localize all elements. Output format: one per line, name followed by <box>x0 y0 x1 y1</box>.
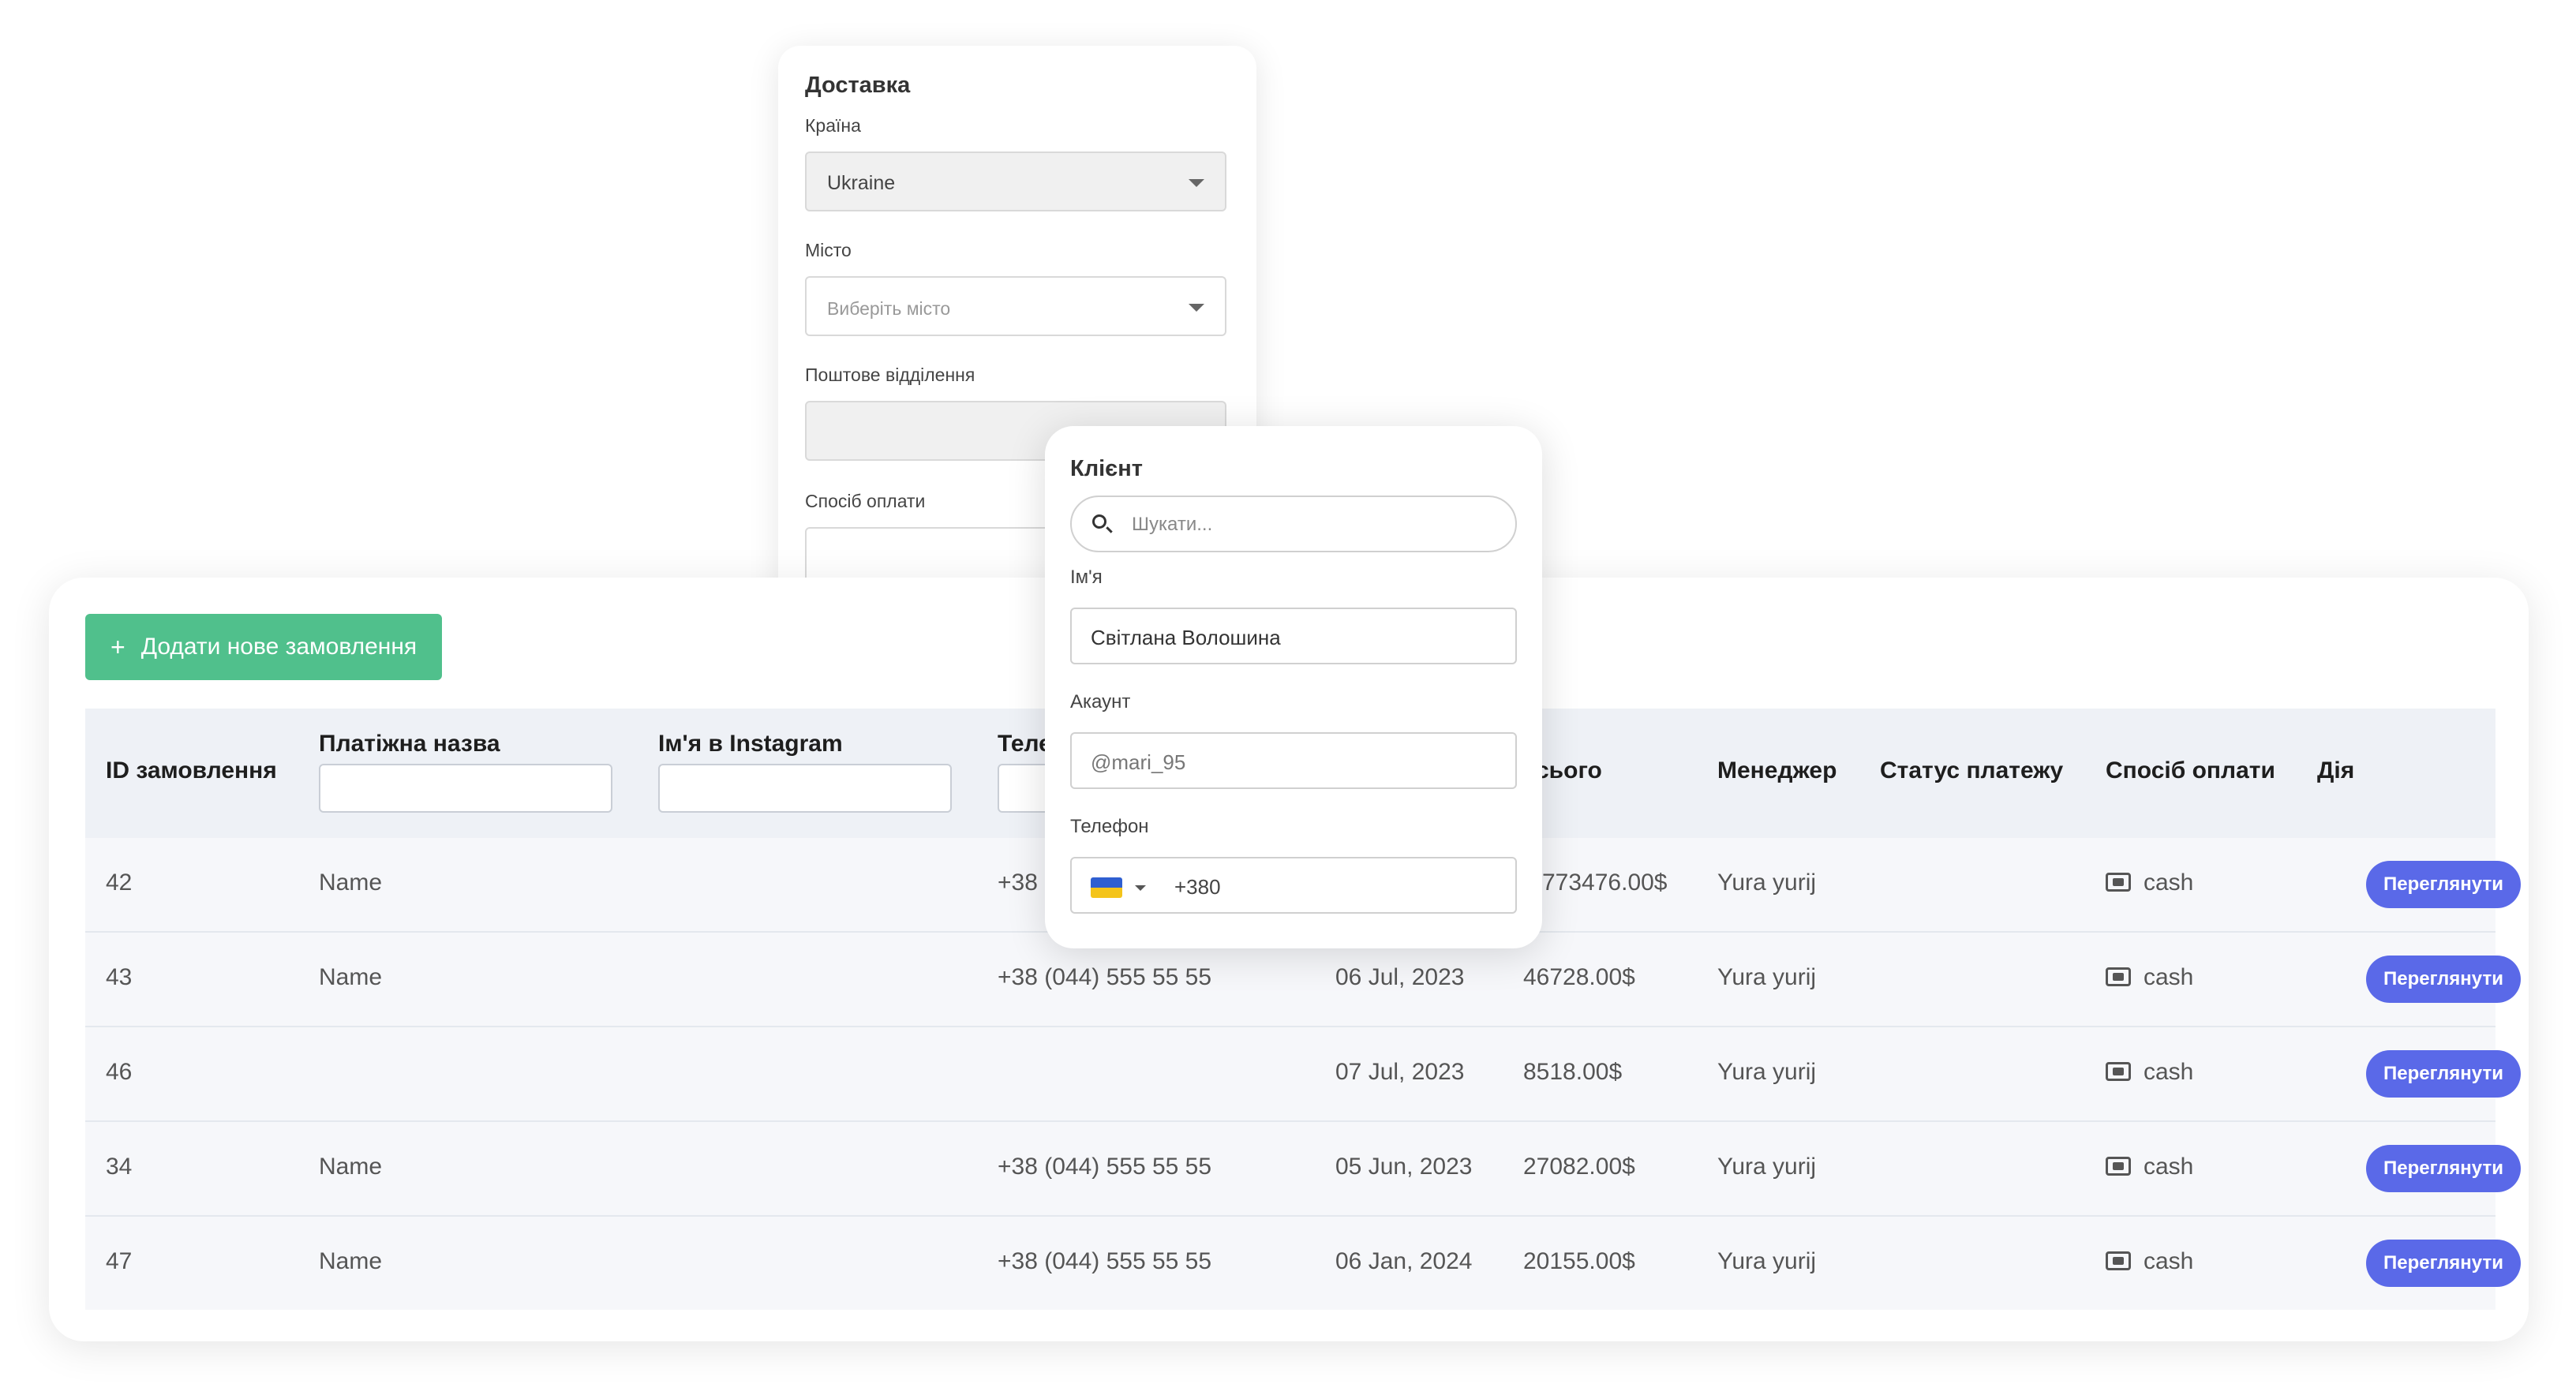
payment-method: cash <box>2106 964 2193 991</box>
table-row[interactable]: 34 Name +38 (044) 555 55 55 05 Jun, 2023… <box>85 1122 2521 1217</box>
account-value: @mari_95 <box>1091 750 1186 774</box>
col-total: сього <box>1536 757 1602 784</box>
payment-method: cash <box>2106 1059 2193 1086</box>
payer-name: Name <box>319 964 383 990</box>
cash-icon <box>2106 967 2131 986</box>
city-label: Місто <box>805 240 852 260</box>
post-office-label: Поштове відділення <box>805 365 975 385</box>
order-id: 42 <box>106 870 133 896</box>
delivery-title: Доставка <box>805 73 911 98</box>
col-phone: Теле <box>998 731 1052 757</box>
phone: +38 <box>998 870 1038 896</box>
account-label: Акаунт <box>1070 691 1131 712</box>
name-field[interactable]: Світлана Волошина <box>1070 608 1517 664</box>
add-order-label: Додати нове замовлення <box>140 634 417 660</box>
search-placeholder: Шукати... <box>1132 514 1213 535</box>
order-id: 43 <box>106 964 133 990</box>
view-button[interactable]: Переглянути <box>2366 861 2521 908</box>
chevron-down-icon <box>1189 179 1204 187</box>
col-action: Дія <box>2317 757 2355 784</box>
search-icon <box>1092 514 1106 529</box>
cash-icon <box>2106 1062 2131 1081</box>
col-order-id: ID замовлення <box>106 757 277 784</box>
order-total: 46728.00$ <box>1523 964 1635 990</box>
manager: Yura yurij <box>1717 1059 1817 1085</box>
client-title: Клієнт <box>1070 456 1143 481</box>
country-select[interactable]: Ukraine <box>805 151 1226 211</box>
order-date: 07 Jul, 2023 <box>1335 1059 1465 1085</box>
city-placeholder: Виберіть місто <box>827 298 951 319</box>
order-date: 05 Jun, 2023 <box>1335 1154 1473 1180</box>
order-total: 27082.00$ <box>1523 1154 1635 1180</box>
order-total: 773476.00$ <box>1542 870 1668 896</box>
cash-icon <box>2106 1157 2131 1176</box>
order-total: 20155.00$ <box>1523 1248 1635 1274</box>
order-total: 8518.00$ <box>1523 1059 1623 1085</box>
phone-field[interactable]: +380 <box>1070 857 1517 914</box>
order-date: 06 Jan, 2024 <box>1335 1248 1473 1274</box>
col-payment-method: Спосіб оплати <box>2106 757 2275 784</box>
col-manager: Менеджер <box>1717 757 1837 784</box>
country-value: Ukraine <box>827 172 896 194</box>
order-id: 34 <box>106 1154 133 1180</box>
phone-label: Телефон <box>1070 816 1149 837</box>
account-field[interactable]: @mari_95 <box>1070 732 1517 789</box>
name-value: Світлана Волошина <box>1091 626 1281 649</box>
payment-method-value: cash <box>2144 1248 2194 1274</box>
col-payer-name: Платіжна назва <box>319 731 500 757</box>
name-label: Ім'я <box>1070 567 1103 588</box>
view-button[interactable]: Переглянути <box>2366 1145 2521 1192</box>
cash-icon <box>2106 1251 2131 1270</box>
manager: Yura yurij <box>1717 870 1817 896</box>
ukraine-flag-icon[interactable] <box>1091 877 1122 898</box>
cash-icon <box>2106 873 2131 892</box>
screen: Доставка Країна Ukraine Місто Виберіть м… <box>0 0 2576 1395</box>
col-instagram: Ім'я в Instagram <box>658 731 843 757</box>
manager: Yura yurij <box>1717 1154 1817 1180</box>
phone-value: +380 <box>1174 875 1221 899</box>
country-label: Країна <box>805 115 861 136</box>
plus-icon: + <box>110 632 125 661</box>
client-card: Клієнт Шукати... Ім'я Світлана Волошина … <box>1045 426 1542 948</box>
payer-name: Name <box>319 1154 383 1180</box>
payment-method-value: cash <box>2144 964 2194 990</box>
phone: +38 (044) 555 55 55 <box>998 964 1212 990</box>
chevron-down-icon <box>1189 304 1204 312</box>
order-id: 47 <box>106 1248 133 1274</box>
payment-method: cash <box>2106 870 2193 896</box>
instagram-filter-input[interactable] <box>658 764 952 813</box>
table-row[interactable]: 46 07 Jul, 2023 8518.00$ Yura yurij cash… <box>85 1027 2521 1122</box>
view-button[interactable]: Переглянути <box>2366 956 2521 1003</box>
order-date: 06 Jul, 2023 <box>1335 964 1465 990</box>
view-button[interactable]: Переглянути <box>2366 1240 2521 1287</box>
payment-method: cash <box>2106 1248 2193 1275</box>
payment-method-value: cash <box>2144 1154 2194 1180</box>
view-button[interactable]: Переглянути <box>2366 1050 2521 1098</box>
chevron-down-icon[interactable] <box>1135 885 1146 891</box>
payment-method: cash <box>2106 1154 2193 1180</box>
payer-name-filter-input[interactable] <box>319 764 612 813</box>
client-search-input[interactable]: Шукати... <box>1070 496 1517 552</box>
col-payment-status: Статус платежу <box>1880 757 2064 784</box>
phone: +38 (044) 555 55 55 <box>998 1248 1212 1274</box>
payment-method-label: Спосіб оплати <box>805 491 926 511</box>
table-row[interactable]: 47 Name +38 (044) 555 55 55 06 Jan, 2024… <box>85 1217 2521 1310</box>
payment-method-value: cash <box>2144 1059 2194 1085</box>
add-order-button[interactable]: + Додати нове замовлення <box>85 614 442 680</box>
payer-name: Name <box>319 1248 383 1274</box>
manager: Yura yurij <box>1717 964 1817 990</box>
city-select[interactable]: Виберіть місто <box>805 276 1226 336</box>
payment-method-value: cash <box>2144 870 2194 896</box>
order-id: 46 <box>106 1059 133 1085</box>
phone: +38 (044) 555 55 55 <box>998 1154 1212 1180</box>
payer-name: Name <box>319 870 383 896</box>
manager: Yura yurij <box>1717 1248 1817 1274</box>
